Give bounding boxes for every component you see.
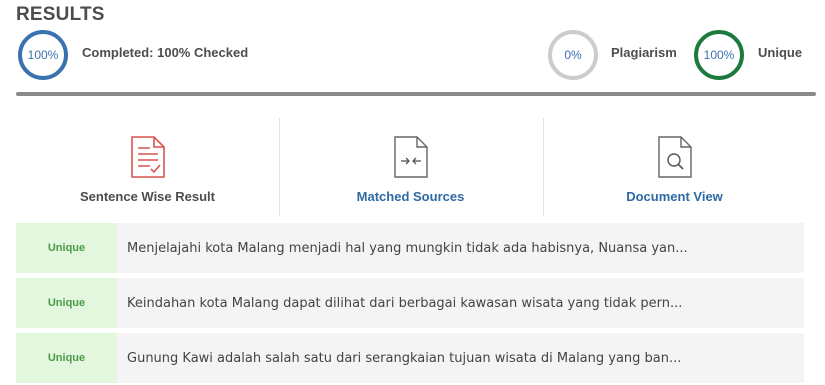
tab-label-sentence-wise-result: Sentence Wise Result xyxy=(80,189,215,204)
result-row[interactable]: Unique Menjelajahi kota Malang menjadi h… xyxy=(16,223,804,273)
unique-label: Unique xyxy=(758,45,803,60)
document-check-icon xyxy=(130,136,165,178)
tab-label-matched-sources: Matched Sources xyxy=(356,189,465,204)
completed-progress-ring: 100% xyxy=(18,30,68,80)
tab-sentence-wise-result[interactable]: Sentence Wise Result xyxy=(16,118,279,216)
results-title: RESULTS xyxy=(16,4,105,25)
result-sentence: Menjelajahi kota Malang menjadi hal yang… xyxy=(127,240,688,256)
result-row[interactable]: Unique Gunung Kawi adalah salah satu dar… xyxy=(16,333,804,383)
status-badge: Unique xyxy=(16,278,117,328)
tab-matched-sources[interactable]: Matched Sources xyxy=(279,118,542,216)
document-search-icon xyxy=(657,136,692,178)
plagiarism-ring: 0% xyxy=(548,30,598,80)
completed-label: Completed: 100% Checked xyxy=(82,45,249,60)
unique-ring: 100% xyxy=(694,30,744,80)
tab-label-document-view: Document View xyxy=(626,189,723,204)
status-badge: Unique xyxy=(16,333,117,383)
tab-document-view[interactable]: Document View xyxy=(543,118,806,216)
unique-percent: 100% xyxy=(703,48,735,62)
progress-divider xyxy=(16,92,816,96)
document-compare-icon xyxy=(393,136,428,178)
status-badge: Unique xyxy=(16,223,117,273)
plagiarism-label: Plagiarism xyxy=(611,45,677,60)
result-sentence: Gunung Kawi adalah salah satu dari seran… xyxy=(127,350,682,366)
result-sentence: Keindahan kota Malang dapat dilihat dari… xyxy=(127,295,683,311)
result-row[interactable]: Unique Keindahan kota Malang dapat dilih… xyxy=(16,278,804,328)
completed-percent: 100% xyxy=(27,48,59,62)
plagiarism-percent: 0% xyxy=(564,48,582,62)
